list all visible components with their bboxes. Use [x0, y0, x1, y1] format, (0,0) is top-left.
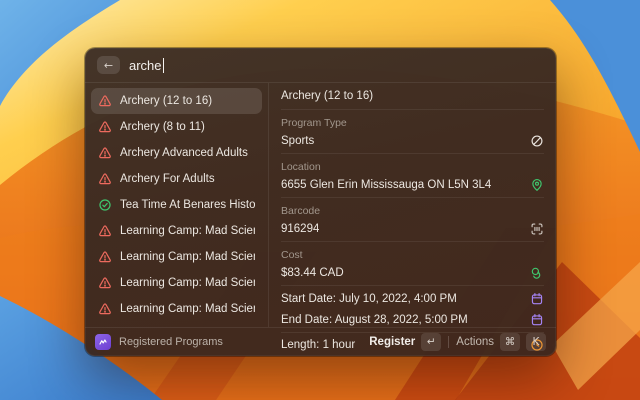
barcode-label: Barcode: [281, 198, 544, 217]
barcode-row: 916294: [281, 217, 544, 241]
location-row: 6655 Glen Erin Mississauga ON L5N 3L4: [281, 173, 544, 197]
text-caret: [163, 58, 165, 73]
list-item-tea-time[interactable]: Tea Time At Benares Historic Ho...: [91, 192, 262, 218]
actions-button[interactable]: Actions ⌘ K: [456, 333, 546, 351]
results-list: Archery (12 to 16) Archery (8 to 11) Arc…: [85, 83, 268, 327]
list-item-label: Learning Camp: Mad Science -...: [120, 303, 255, 315]
register-label: Register: [369, 336, 415, 348]
calendar-icon: [530, 313, 544, 327]
warning-triangle-icon: [98, 146, 112, 160]
list-item-learning-camp-2[interactable]: Learning Camp: Mad Science -...: [91, 244, 262, 270]
warning-triangle-icon: [98, 276, 112, 290]
barcode-value: 916294: [281, 223, 319, 235]
detail-title: Archery (12 to 16): [281, 83, 544, 109]
list-item-archery-12-16[interactable]: Archery (12 to 16): [91, 88, 262, 114]
dates-section: Start Date: July 10, 2022, 4:00 PM End D…: [281, 286, 544, 332]
back-arrow-icon: ←: [104, 60, 113, 71]
search-bar: ← arche: [85, 48, 556, 82]
map-pin-icon: [530, 178, 544, 192]
check-circle-icon: [98, 198, 112, 212]
list-item-archery-8-11[interactable]: Archery (8 to 11): [91, 114, 262, 140]
cost-row: $83.44 CAD: [281, 261, 544, 285]
coins-icon: [530, 266, 544, 280]
start-date-value: Start Date: July 10, 2022, 4:00 PM: [281, 293, 457, 305]
list-item-label: Learning Camp: Mad Science -...: [120, 277, 255, 289]
start-date-row: Start Date: July 10, 2022, 4:00 PM: [281, 289, 544, 308]
list-item-label: Archery For Adults: [120, 173, 215, 185]
launcher-window: ← arche Archery (12 to 16) Archery (8 to…: [85, 48, 556, 356]
warning-triangle-icon: [98, 224, 112, 238]
footer-separator: [448, 336, 449, 348]
warning-triangle-icon: [98, 120, 112, 134]
list-item-label: Archery (8 to 11): [120, 121, 205, 133]
return-key-icon: ↵: [421, 333, 441, 351]
detail-panel: Archery (12 to 16) Program Type Sports L…: [269, 83, 556, 327]
warning-triangle-icon: [98, 250, 112, 264]
list-item-label: Tea Time At Benares Historic Ho...: [120, 199, 255, 211]
cost-label: Cost: [281, 242, 544, 261]
list-item-label: Learning Camp: Mad Science -...: [120, 251, 255, 263]
program-type-label: Program Type: [281, 110, 544, 129]
location-label: Location: [281, 154, 544, 173]
list-item-label: Archery (12 to 16): [120, 95, 212, 107]
extension-name: Registered Programs: [119, 336, 361, 348]
sports-ball-icon: [530, 134, 544, 148]
command-key-icon: ⌘: [500, 333, 520, 351]
extension-app-icon: [95, 334, 111, 350]
k-key-icon: K: [526, 333, 546, 351]
search-input[interactable]: arche: [129, 58, 164, 73]
warning-triangle-icon: [98, 302, 112, 316]
footer-bar: Registered Programs Register ↵ Actions ⌘…: [85, 328, 556, 356]
search-query: arche: [129, 58, 162, 73]
calendar-icon: [530, 292, 544, 306]
list-item-label: Learning Camp: Mad Science -...: [120, 225, 255, 237]
end-date-value: End Date: August 28, 2022, 5:00 PM: [281, 314, 468, 326]
program-type-row: Sports: [281, 129, 544, 153]
list-item-label: Archery Advanced Adults: [120, 147, 248, 159]
barcode-scan-icon: [530, 222, 544, 236]
cost-value: $83.44 CAD: [281, 267, 344, 279]
list-item-learning-camp-3[interactable]: Learning Camp: Mad Science -...: [91, 270, 262, 296]
warning-triangle-icon: [98, 172, 112, 186]
actions-label: Actions: [456, 336, 494, 348]
list-item-archery-adults[interactable]: Archery For Adults: [91, 166, 262, 192]
warning-triangle-icon: [98, 94, 112, 108]
list-item-learning-camp-1[interactable]: Learning Camp: Mad Science -...: [91, 218, 262, 244]
register-button[interactable]: Register ↵: [369, 333, 441, 351]
program-type-value: Sports: [281, 135, 314, 147]
location-value: 6655 Glen Erin Mississauga ON L5N 3L4: [281, 179, 491, 191]
list-item-learning-camp-4[interactable]: Learning Camp: Mad Science -...: [91, 296, 262, 322]
list-item-archery-advanced[interactable]: Archery Advanced Adults: [91, 140, 262, 166]
back-button[interactable]: ←: [97, 56, 120, 74]
